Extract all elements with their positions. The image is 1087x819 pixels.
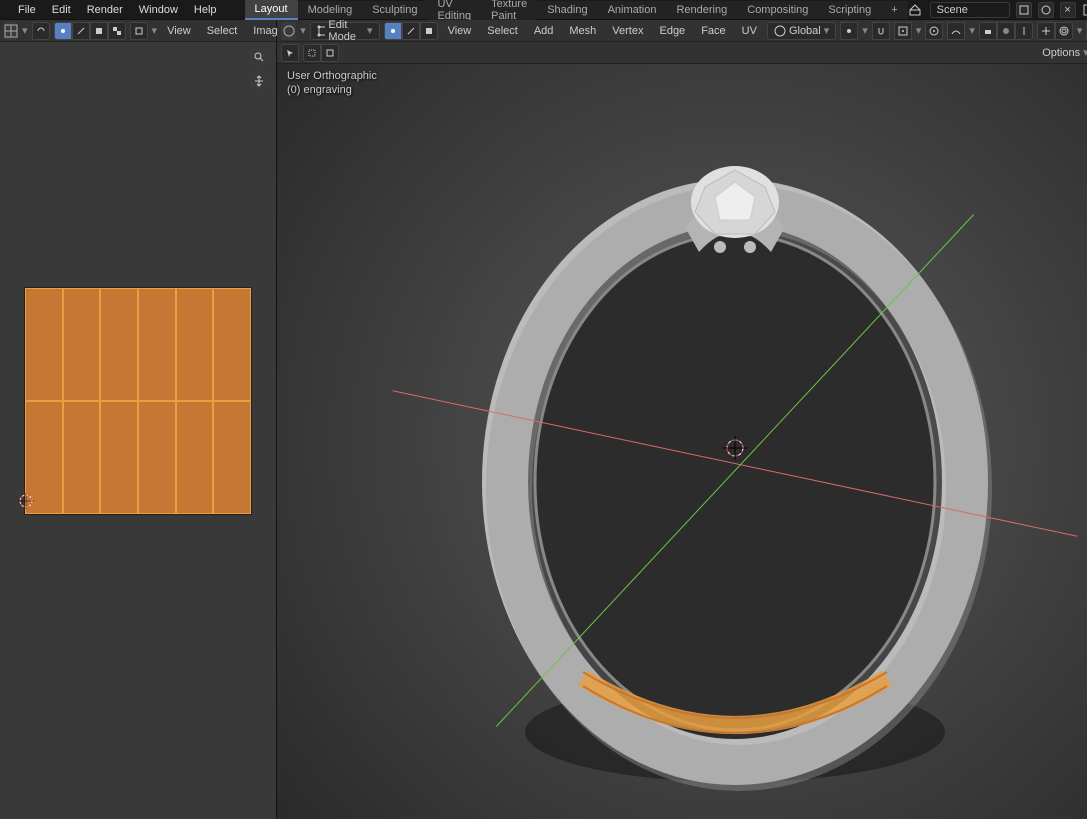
workspace-compositing[interactable]: Compositing: [737, 1, 818, 19]
viewport-menu-vertex[interactable]: Vertex: [606, 23, 649, 39]
scene-icon: [908, 3, 922, 17]
select-mode-face[interactable]: [420, 22, 438, 40]
scene-name: Scene: [937, 4, 968, 16]
viewport-editor-type[interactable]: [281, 22, 296, 40]
viewport-header-sub: Options ▾ ⇄ X Y Z: [277, 42, 1087, 64]
proportional-falloff[interactable]: [947, 22, 965, 40]
viewport-header: ▾ Edit Mode ▾ View Select Add Mesh Verte…: [277, 20, 1087, 42]
options-label-text: Options: [1042, 47, 1080, 59]
workspace-layout[interactable]: Layout: [245, 0, 298, 20]
uv-menu-view[interactable]: View: [161, 23, 197, 39]
menu-edit[interactable]: Edit: [44, 2, 79, 18]
menu-render[interactable]: Render: [79, 2, 131, 18]
projection-label: User Orthographic: [287, 70, 377, 82]
uv-editor: ▾ ▾ View Select Image UV: [0, 20, 277, 819]
uv-sync-btn[interactable]: [32, 22, 50, 40]
uv-mesh[interactable]: [24, 287, 252, 515]
select-tool-box[interactable]: [321, 44, 339, 62]
uv-edge-select[interactable]: [72, 22, 90, 40]
menu-help[interactable]: Help: [186, 2, 225, 18]
ring-mesh: [475, 92, 995, 792]
viewport-menu-edge[interactable]: Edge: [653, 23, 691, 39]
uv-face-select[interactable]: [90, 22, 108, 40]
mesh-visibility-2[interactable]: [997, 22, 1015, 40]
3d-viewport: ▾ Edit Mode ▾ View Select Add Mesh Verte…: [277, 20, 1087, 819]
gizmo-toggle[interactable]: [1037, 22, 1055, 40]
scene-delete-btn[interactable]: ×: [1060, 2, 1076, 18]
mesh-visibility-1[interactable]: [979, 22, 997, 40]
workspace-add[interactable]: +: [881, 1, 907, 19]
scene-selector[interactable]: Scene: [930, 2, 1010, 18]
uv-pan-tool[interactable]: [250, 72, 268, 90]
pivot-point[interactable]: [840, 22, 858, 40]
uv-vertex-select[interactable]: [54, 22, 72, 40]
uv-2d-cursor-icon[interactable]: [18, 493, 34, 509]
viewport-menu-select[interactable]: Select: [481, 23, 524, 39]
menu-file[interactable]: File: [10, 2, 44, 18]
orientation-label: Global: [789, 25, 821, 37]
viewport-menu-mesh[interactable]: Mesh: [563, 23, 602, 39]
mode-selector[interactable]: Edit Mode ▾: [310, 22, 380, 40]
menu-window[interactable]: Window: [131, 2, 186, 18]
uv-viewport[interactable]: [0, 42, 276, 819]
overlay-toggle[interactable]: [1055, 22, 1073, 40]
viewlayer-icon: [1082, 3, 1087, 17]
options-dropdown[interactable]: Options ▾: [1036, 44, 1087, 61]
editor-type-selector[interactable]: [4, 22, 18, 40]
workspace-scripting[interactable]: Scripting: [818, 1, 881, 19]
uv-zoom-tool[interactable]: [250, 48, 268, 66]
viewport-menu-uv[interactable]: UV: [736, 23, 763, 39]
workspace-shading[interactable]: Shading: [537, 1, 597, 19]
viewport-menu-add[interactable]: Add: [528, 23, 560, 39]
transform-orientation[interactable]: Global ▾: [767, 22, 836, 40]
workspace-rendering[interactable]: Rendering: [666, 1, 737, 19]
select-mode-edge[interactable]: [402, 22, 420, 40]
workspace-animation[interactable]: Animation: [598, 1, 667, 19]
select-tool-tweak[interactable]: [303, 44, 321, 62]
scene-browse-btn[interactable]: [1016, 2, 1032, 18]
viewport-canvas[interactable]: User Orthographic (0) engraving: [277, 64, 1087, 819]
snap-type[interactable]: [894, 22, 912, 40]
uv-editor-header: ▾ ▾ View Select Image UV: [0, 20, 276, 42]
mesh-visibility-3[interactable]: [1015, 22, 1033, 40]
proportional-edit[interactable]: [925, 22, 943, 40]
uv-menu-select[interactable]: Select: [201, 23, 244, 39]
tool-cursor[interactable]: [281, 44, 299, 62]
active-object-label: (0) engraving: [287, 84, 377, 96]
scene-new-btn[interactable]: [1038, 2, 1054, 18]
select-mode-vertex[interactable]: [384, 22, 402, 40]
snap-toggle[interactable]: [872, 22, 890, 40]
top-menu-bar: File Edit Render Window Help Layout Mode…: [0, 0, 1087, 20]
uv-sticky-select[interactable]: [130, 22, 148, 40]
mode-label: Edit Mode: [328, 19, 364, 43]
workspace-modeling[interactable]: Modeling: [298, 1, 363, 19]
viewport-overlay-text: User Orthographic (0) engraving: [287, 70, 377, 98]
uv-island-select[interactable]: [108, 22, 126, 40]
workspace-sculpting[interactable]: Sculpting: [362, 1, 427, 19]
viewport-menu-view[interactable]: View: [442, 23, 478, 39]
viewport-menu-face[interactable]: Face: [695, 23, 731, 39]
